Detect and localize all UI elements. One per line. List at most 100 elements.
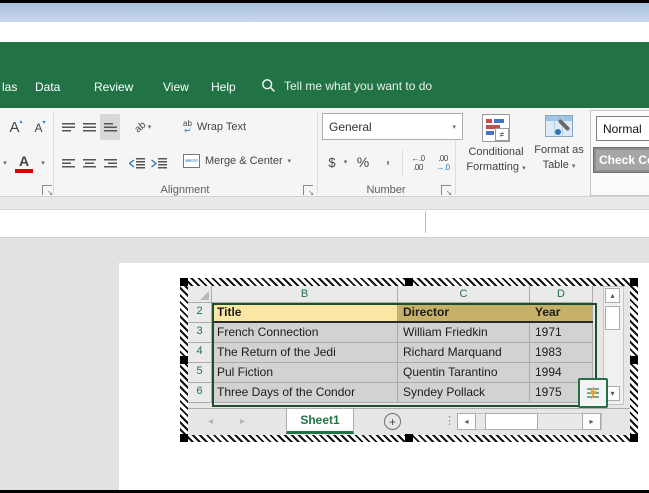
cell-c5[interactable]: Quentin Tarantino — [398, 363, 530, 383]
quick-access-strip — [0, 22, 649, 42]
decrease-font-size-button[interactable]: A▾ — [30, 116, 50, 140]
top-align-icon — [62, 123, 75, 132]
resize-handle-bottom-left[interactable] — [180, 434, 188, 442]
number-dialog-launcher[interactable]: ↘ — [441, 185, 451, 195]
comma-icon: , — [386, 150, 390, 168]
row-header[interactable]: 2 — [188, 303, 212, 323]
select-all-corner[interactable] — [188, 286, 212, 303]
align-left-icon — [62, 159, 75, 168]
increase-decimal-button[interactable]: ⋮←.0 .00 — [406, 149, 430, 176]
comma-style-button[interactable]: , — [382, 146, 394, 172]
merge-center-button[interactable]: ↔ Merge & Center ▾ — [183, 146, 315, 176]
resize-handle-middle-right[interactable] — [630, 356, 638, 364]
cell-b2[interactable]: Title — [212, 303, 398, 323]
tab-options-dots-icon[interactable]: ⋮ — [444, 414, 455, 427]
tab-view[interactable]: View — [163, 80, 189, 94]
ribbon: A▴ A▾ ▾ A ▾ ↘ ab ▾ ab ↩ Wrap Te — [0, 108, 649, 197]
row-header[interactable]: 4 — [188, 343, 212, 363]
quick-analysis-button[interactable] — [578, 378, 608, 408]
align-right-button[interactable] — [100, 150, 120, 176]
scroll-right-button[interactable]: ▸ — [582, 413, 601, 430]
cell-b5[interactable]: Pul Fiction — [212, 363, 398, 383]
plus-icon: + — [389, 415, 396, 429]
vertical-scrollbar-thumb[interactable] — [605, 306, 620, 330]
increase-font-size-button[interactable]: A▴ — [4, 114, 28, 140]
add-sheet-button[interactable]: + — [384, 413, 401, 430]
resize-handle-bottom-center[interactable] — [405, 434, 413, 442]
previous-sheet-icon[interactable]: ◂ — [208, 416, 213, 427]
alignment-dialog-launcher[interactable]: ↘ — [303, 185, 313, 195]
tab-review[interactable]: Review — [94, 80, 133, 94]
resize-handle-top-right[interactable] — [630, 278, 638, 286]
row-header[interactable]: 6 — [188, 383, 212, 403]
resize-handle-bottom-right[interactable] — [630, 434, 638, 442]
tab-formulas-partial[interactable]: las — [2, 80, 17, 94]
font-color-dropdown[interactable]: ▾ — [38, 154, 48, 172]
row-header[interactable]: 5 — [188, 363, 212, 383]
resize-handle-top-center[interactable] — [405, 278, 413, 286]
cell-d3[interactable]: 1971 — [530, 323, 593, 343]
scroll-up-button[interactable]: ▴ — [605, 288, 620, 303]
sheet-tab-sheet1[interactable]: Sheet1 — [286, 409, 354, 434]
tab-help[interactable]: Help — [211, 80, 236, 94]
embedded-worksheet-object[interactable]: B C D 2 Title Director Year 3 French Con… — [180, 278, 638, 442]
resize-handle-top-left[interactable] — [180, 278, 188, 286]
cell-b6[interactable]: Three Days of the Condor — [212, 383, 398, 403]
border-dropdown-partial[interactable]: ▾ — [0, 154, 10, 172]
tab-data[interactable]: Data — [35, 80, 60, 94]
column-header-b[interactable]: B — [212, 286, 398, 303]
cell-b4[interactable]: The Return of the Jedi — [212, 343, 398, 363]
column-header-d[interactable]: D — [530, 286, 593, 303]
orientation-icon: ab — [132, 119, 148, 135]
grow-font-letter: A — [9, 119, 19, 136]
quick-analysis-icon — [585, 385, 601, 401]
number-format-dropdown[interactable]: General ▾ — [322, 113, 463, 140]
tell-me-search[interactable]: Tell me what you want to do — [261, 78, 432, 93]
font-color-letter: A — [19, 153, 29, 169]
chevron-down-icon: ▾ — [288, 157, 292, 165]
format-as-table-button[interactable]: Format as Table ▾ — [530, 112, 588, 192]
increase-indent-button[interactable] — [149, 150, 169, 176]
decrease-indent-button[interactable] — [127, 150, 147, 176]
cell-c3[interactable]: William Friedkin — [398, 323, 530, 343]
align-center-button[interactable] — [79, 150, 99, 176]
middle-align-button[interactable] — [79, 114, 99, 140]
scroll-up-icon: ▴ — [610, 291, 614, 300]
column-header-c[interactable]: C — [398, 286, 530, 303]
style-check-cell[interactable]: Check Cell — [593, 147, 649, 173]
ribbon-lower-strip — [0, 197, 649, 210]
resize-handle-middle-left[interactable] — [180, 356, 188, 364]
wrap-text-button[interactable]: ab ↩ Wrap Text — [183, 112, 267, 142]
horizontal-scrollbar-thumb[interactable] — [485, 413, 538, 430]
percent-style-button[interactable]: % — [352, 149, 374, 175]
cell-d4[interactable]: 1983 — [530, 343, 593, 363]
increase-decimal-icon: ←.0 — [411, 154, 424, 163]
formula-bar[interactable] — [0, 210, 649, 238]
accounting-format-button[interactable]: $ — [324, 149, 340, 175]
row-header[interactable]: 3 — [188, 323, 212, 343]
cell-c4[interactable]: Richard Marquand — [398, 343, 530, 363]
search-placeholder: Tell me what you want to do — [284, 79, 432, 93]
orientation-button[interactable]: ab ▾ — [127, 114, 159, 140]
next-sheet-icon[interactable]: ▸ — [240, 416, 245, 427]
launcher-arrow-icon: ↘ — [308, 190, 314, 197]
accounting-format-dropdown[interactable]: ▾ — [341, 153, 350, 171]
conditional-formatting-button[interactable]: ≠ Conditional Formatting ▾ — [464, 112, 528, 192]
font-color-button[interactable]: A — [12, 150, 36, 176]
cell-c6[interactable]: Syndey Pollack — [398, 383, 530, 403]
style-normal[interactable]: Normal — [596, 116, 649, 141]
increase-indent-icon — [151, 158, 167, 169]
bottom-align-button[interactable] — [100, 114, 120, 140]
font-dialog-launcher[interactable]: ↘ — [42, 185, 52, 195]
cell-c2[interactable]: Director — [398, 303, 530, 323]
top-align-button[interactable] — [58, 114, 78, 140]
chevron-down-icon: ▾ — [572, 163, 576, 170]
scroll-down-icon: ▾ — [610, 389, 614, 398]
cell-b3[interactable]: French Connection — [212, 323, 398, 343]
select-all-triangle-icon — [200, 291, 209, 300]
scroll-left-button[interactable]: ◂ — [457, 413, 476, 430]
format-as-table-label-2: Table — [543, 159, 569, 171]
decrease-decimal-button[interactable]: .00 →.0 — [431, 149, 455, 176]
align-left-button[interactable] — [58, 150, 78, 176]
cell-d2[interactable]: Year — [530, 303, 593, 323]
